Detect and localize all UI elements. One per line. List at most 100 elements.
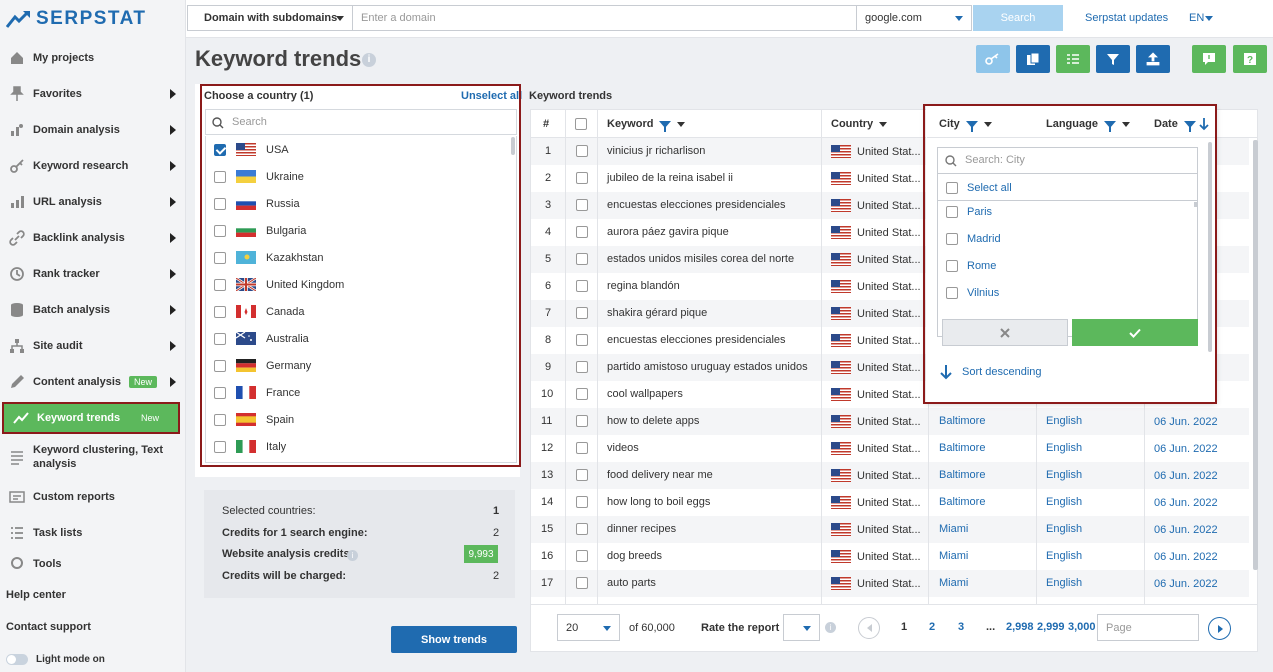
sidebar-item-my-projects[interactable]: My projects [0, 40, 186, 76]
scope-select[interactable]: Domain with subdomains [187, 5, 353, 31]
search-button[interactable]: Search [973, 5, 1063, 31]
serpstat-updates-link[interactable]: Serpstat updates [1085, 12, 1168, 24]
prev-page-button[interactable] [858, 617, 880, 639]
sidebar-item-tools[interactable]: Tools [0, 551, 186, 571]
page-3[interactable]: 3 [958, 621, 964, 633]
filter-button[interactable] [1096, 45, 1130, 73]
export-button[interactable] [1136, 45, 1170, 73]
row-date[interactable]: 06 Jun. 2022 [1154, 416, 1218, 428]
row-date[interactable]: 06 Jun. 2022 [1154, 578, 1218, 590]
row-keyword[interactable]: cool wallpapers [607, 388, 683, 400]
row-checkbox[interactable] [576, 253, 588, 265]
row-checkbox[interactable] [576, 523, 588, 535]
row-city[interactable]: Baltimore [939, 469, 985, 481]
rate-select[interactable] [783, 614, 820, 641]
row-checkbox[interactable] [576, 199, 588, 211]
row-city[interactable]: Baltimore [939, 496, 985, 508]
row-checkbox[interactable] [576, 361, 588, 373]
row-language[interactable]: English [1046, 469, 1082, 481]
row-date[interactable]: 06 Jun. 2022 [1154, 551, 1218, 563]
sidebar-item-keyword-trends[interactable]: Keyword trends New [2, 402, 180, 434]
info-icon[interactable]: i [362, 53, 376, 67]
row-keyword[interactable]: encuestas elecciones presidenciales [607, 199, 786, 211]
row-city[interactable]: Miami [939, 577, 968, 589]
row-checkbox[interactable] [576, 334, 588, 346]
language-select[interactable]: EN [1189, 12, 1204, 24]
copy-button[interactable] [1016, 45, 1050, 73]
row-checkbox[interactable] [576, 388, 588, 400]
serpstat-logo[interactable]: SERPSTAT [6, 6, 147, 32]
light-mode-toggle[interactable] [6, 654, 28, 665]
per-page-select[interactable]: 20 [557, 614, 620, 641]
table-row[interactable]: 13 food delivery near me United Stat... … [531, 462, 1249, 489]
col-country[interactable]: Country [831, 110, 888, 138]
sidebar-item-keyword-research[interactable]: Keyword research [0, 148, 186, 184]
row-keyword[interactable]: regina blandón [607, 280, 680, 292]
sidebar-item-url-analysis[interactable]: URL analysis [0, 184, 186, 220]
table-row[interactable]: 12 videos United Stat... Baltimore Engli… [531, 435, 1249, 462]
feedback-button[interactable] [1192, 45, 1226, 73]
table-row[interactable]: 16 dog breeds United Stat... Miami Engli… [531, 543, 1249, 570]
domain-input[interactable]: Enter a domain [353, 5, 857, 31]
row-checkbox[interactable] [576, 307, 588, 319]
sidebar-item-custom-reports[interactable]: Custom reports [0, 479, 186, 515]
sidebar-item-keyword-clustering-text-analysis[interactable]: Keyword clustering, Text analysis [0, 439, 186, 475]
row-checkbox[interactable] [576, 145, 588, 157]
row-keyword[interactable]: auto parts [607, 577, 656, 589]
contact-support-link[interactable]: Contact support [6, 621, 91, 633]
row-keyword[interactable]: dinner recipes [607, 523, 676, 535]
sidebar-item-batch-analysis[interactable]: Batch analysis [0, 292, 186, 328]
row-city[interactable]: Miami [939, 550, 968, 562]
row-city[interactable]: Miami [939, 523, 968, 535]
row-checkbox[interactable] [576, 172, 588, 184]
select-all-rows[interactable] [575, 110, 587, 138]
row-language[interactable]: English [1046, 577, 1082, 589]
row-checkbox[interactable] [576, 469, 588, 481]
row-keyword[interactable]: how long to boil eggs [607, 496, 710, 508]
row-keyword[interactable]: estados unidos misiles corea del norte [607, 253, 794, 265]
help-button[interactable]: ? [1233, 45, 1267, 73]
row-checkbox[interactable] [576, 577, 588, 589]
sidebar-item-favorites[interactable]: Favorites [0, 76, 186, 112]
row-language[interactable]: English [1046, 496, 1082, 508]
row-language[interactable]: English [1046, 415, 1082, 427]
info-icon[interactable]: i [825, 622, 836, 633]
sidebar-item-site-audit[interactable]: Site audit [0, 328, 186, 364]
sidebar-item-content-analysis[interactable]: Content analysis New [0, 364, 186, 400]
row-language[interactable]: English [1046, 442, 1082, 454]
sidebar-item-task-lists[interactable]: Task lists [0, 515, 186, 551]
row-checkbox[interactable] [576, 415, 588, 427]
table-scrollbar[interactable] [1253, 140, 1258, 570]
row-keyword[interactable]: aurora páez gavira pique [607, 226, 729, 238]
row-checkbox[interactable] [576, 442, 588, 454]
row-keyword[interactable]: food delivery near me [607, 469, 713, 481]
row-city[interactable]: Baltimore [939, 442, 985, 454]
row-keyword[interactable]: how to delete apps [607, 415, 699, 427]
row-keyword[interactable]: partido amistoso uruguay estados unidos [607, 361, 808, 373]
engine-select[interactable]: google.com [856, 5, 972, 31]
row-city[interactable]: Baltimore [939, 415, 985, 427]
table-row[interactable]: 11 how to delete apps United Stat... Bal… [531, 408, 1249, 435]
row-keyword[interactable]: shakira gérard pique [607, 307, 707, 319]
row-keyword[interactable]: videos [607, 442, 639, 454]
row-keyword[interactable]: encuestas elecciones presidenciales [607, 334, 786, 346]
next-page-button[interactable] [1208, 617, 1231, 640]
sidebar-item-rank-tracker[interactable]: Rank tracker [0, 256, 186, 292]
key-button[interactable] [976, 45, 1010, 73]
filter-icon[interactable] [659, 120, 672, 132]
select-all-checkbox[interactable] [575, 118, 587, 130]
page-2[interactable]: 2 [929, 621, 935, 633]
table-row[interactable]: 17 auto parts United Stat... Miami Engli… [531, 570, 1249, 597]
page-2999[interactable]: 2,999 [1037, 621, 1065, 633]
row-keyword[interactable]: jubileo de la reina isabel ii [607, 172, 733, 184]
col-keyword[interactable]: Keyword [607, 110, 686, 138]
row-date[interactable]: 06 Jun. 2022 [1154, 470, 1218, 482]
row-language[interactable]: English [1046, 523, 1082, 535]
row-keyword[interactable]: dog breeds [607, 550, 662, 562]
row-checkbox[interactable] [576, 550, 588, 562]
row-keyword[interactable]: vinicius jr richarlison [607, 145, 705, 157]
row-language[interactable]: English [1046, 550, 1082, 562]
row-checkbox[interactable] [576, 226, 588, 238]
info-icon[interactable]: i [347, 550, 358, 561]
show-trends-button[interactable]: Show trends [391, 626, 517, 653]
